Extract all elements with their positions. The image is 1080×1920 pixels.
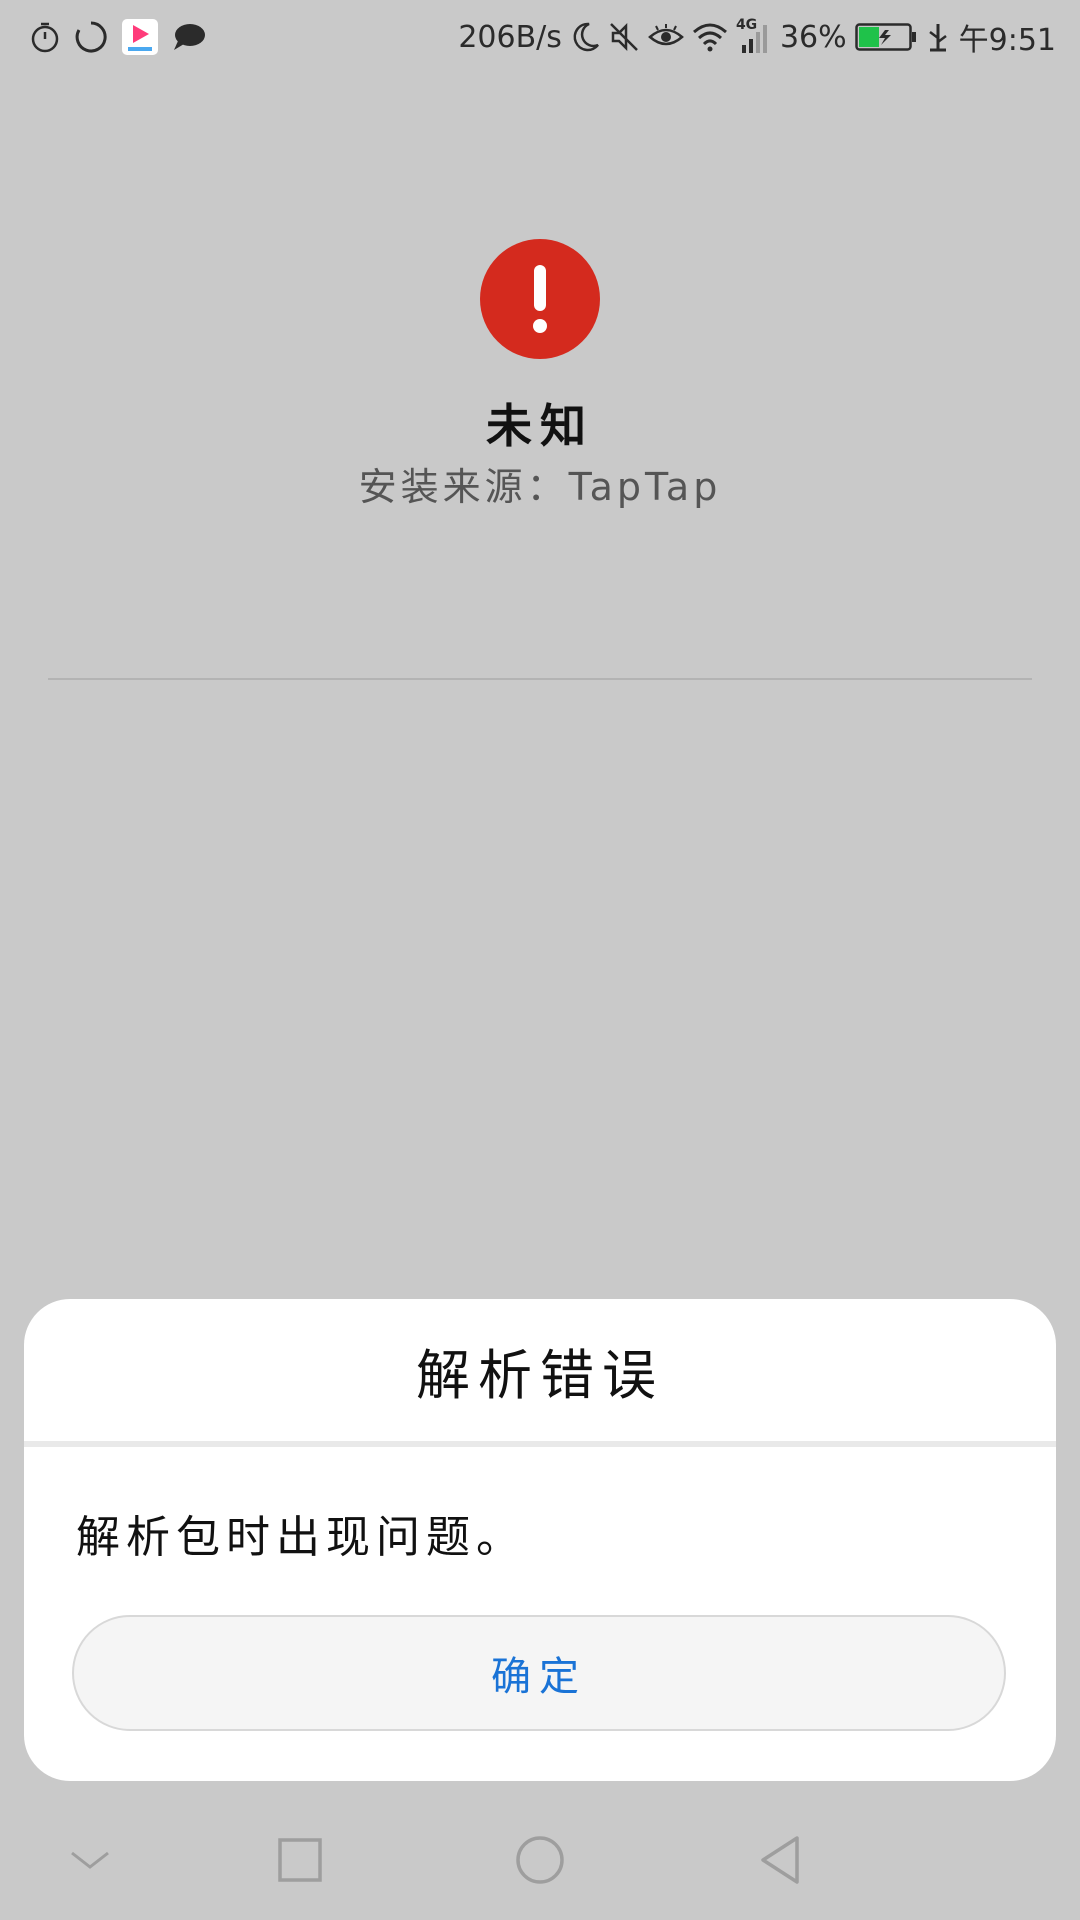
install-source: 安装来源：TapTap xyxy=(358,465,722,509)
collapse-icon[interactable] xyxy=(50,1820,130,1900)
dialog-divider xyxy=(24,1441,1056,1447)
moon-icon xyxy=(570,21,600,53)
eye-icon xyxy=(648,23,684,51)
dialog-message: 解析包时出现问题。 xyxy=(76,1512,526,1563)
timer-icon xyxy=(30,21,60,53)
usb-icon xyxy=(925,20,951,54)
signal-icon: 4G xyxy=(736,17,772,53)
back-icon[interactable] xyxy=(740,1820,820,1900)
error-dialog: 解析错误 解析包时出现问题。 确定 xyxy=(24,1299,1056,1781)
youku-icon xyxy=(122,19,158,55)
confirm-button-label: 确定 xyxy=(491,1654,587,1700)
status-bar: 206B/s 4G 36% 午9:51 xyxy=(0,0,1080,74)
screen: 206B/s 4G 36% 午9:51 未知 安装来源：TapTap 解析错误 … xyxy=(0,0,1080,1920)
navigation-bar xyxy=(0,1800,1080,1920)
battery-percent: 36% xyxy=(779,19,847,55)
battery-icon xyxy=(854,22,917,52)
loading-icon xyxy=(74,20,108,54)
divider xyxy=(48,678,1032,680)
net-speed: 206B/s xyxy=(458,19,562,55)
confirm-button[interactable]: 确定 xyxy=(72,1615,1006,1731)
home-icon[interactable] xyxy=(500,1820,580,1900)
dialog-title: 解析错误 xyxy=(416,1343,664,1407)
wifi-icon xyxy=(692,22,728,52)
status-left-icons xyxy=(0,19,206,55)
recents-icon[interactable] xyxy=(260,1820,340,1900)
network-type: 4G xyxy=(735,17,758,33)
app-name: 未知 xyxy=(486,399,594,453)
clock: 午9:51 xyxy=(958,23,1056,58)
status-right-icons: 206B/s 4G 36% 午9:51 xyxy=(458,15,1080,59)
alert-icon xyxy=(480,239,600,359)
chat-icon xyxy=(172,22,206,52)
mute-icon xyxy=(608,21,640,53)
